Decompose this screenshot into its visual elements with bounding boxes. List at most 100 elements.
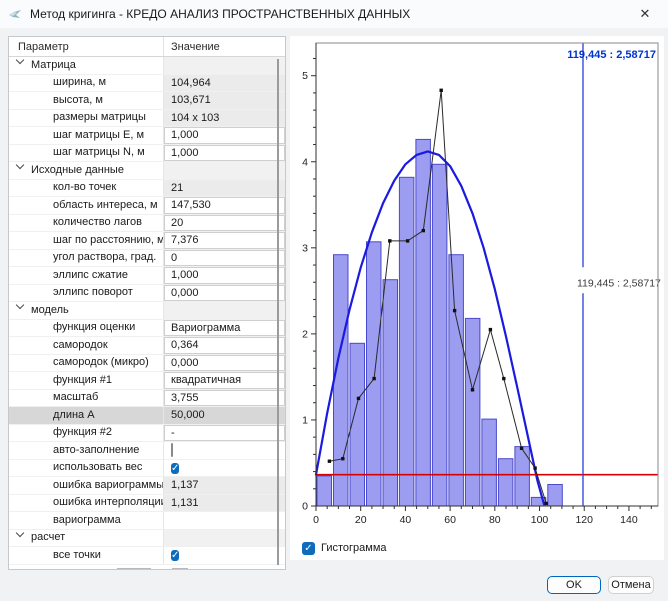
table-row[interactable]: количество лагов20 xyxy=(9,215,285,233)
row-label: высота, м xyxy=(9,92,164,109)
row-label: кол-во точек xyxy=(9,180,164,197)
checkbox-checked[interactable]: ✓ xyxy=(171,550,179,561)
table-row[interactable]: масштаб3,755 xyxy=(9,390,285,408)
table-row[interactable]: область интереса, м147,530 xyxy=(9,197,285,215)
checkbox-checked[interactable]: ✓ xyxy=(171,463,179,474)
svg-text:119,445 : 2,58717: 119,445 : 2,58717 xyxy=(567,49,656,61)
row-value[interactable]: 20 xyxy=(164,215,285,232)
table-row[interactable]: шаг матрицы E, м1,000 xyxy=(9,127,285,145)
row-label: функция #2 xyxy=(9,425,164,442)
row-label: использовать вес xyxy=(9,460,164,477)
table-row[interactable]: ошибка интерполяции1,131 xyxy=(9,495,285,513)
table-row[interactable]: эллипс сжатие1,000 xyxy=(9,267,285,285)
row-value[interactable]: 1,000 xyxy=(164,145,285,162)
row-value[interactable]: 0,000 xyxy=(164,355,285,372)
row-label: размеры матрицы xyxy=(9,110,164,127)
table-row[interactable]: все точки ✓ xyxy=(9,547,285,565)
table-row[interactable]: эллипс поворот0,000 xyxy=(9,285,285,303)
row-value[interactable]: 1,000 xyxy=(164,127,285,144)
window-title: Метод кригинга - КРЕДО АНАЛИЗ ПРОСТРАНСТ… xyxy=(30,7,410,21)
svg-text:40: 40 xyxy=(400,514,412,526)
row-value[interactable]: 0,364 xyxy=(164,337,285,354)
table-group-row[interactable]: Матрица xyxy=(9,57,285,75)
table-row[interactable]: использовать вес ✓ xyxy=(9,460,285,478)
table-row[interactable]: ширина, м104,964 xyxy=(9,75,285,93)
ok-button[interactable]: OK xyxy=(547,576,601,594)
chevron-down-icon[interactable] xyxy=(17,162,24,169)
row-label: эллипс поворот xyxy=(9,285,164,302)
table-header: Параметр Значение xyxy=(9,37,285,57)
chevron-down-icon[interactable] xyxy=(17,530,24,537)
close-icon[interactable]: ✕ xyxy=(622,0,668,28)
row-label: Исходные данные xyxy=(9,162,164,179)
cancel-button[interactable]: Отмена xyxy=(608,576,654,594)
row-label: вариограмма xyxy=(9,512,164,529)
row-label: ошибка интерполяции xyxy=(9,495,164,512)
row-value[interactable]: 0,000 xyxy=(164,285,285,302)
row-checkbox-cell[interactable] xyxy=(164,442,285,459)
chevron-down-icon[interactable] xyxy=(17,57,24,64)
row-label: все точки xyxy=(9,547,164,564)
table-row[interactable]: длина A50,000 xyxy=(9,407,285,425)
app-icon xyxy=(8,7,22,21)
histogram-toggle[interactable]: ✓ Гистограмма xyxy=(302,540,387,555)
table-group-row[interactable]: Исходные данные xyxy=(9,162,285,180)
row-value[interactable]: квадратичная xyxy=(164,372,285,389)
histogram-checkbox[interactable]: ✓ xyxy=(302,542,315,555)
row-value: 1,131 xyxy=(164,495,285,512)
checkbox-unchecked[interactable] xyxy=(171,443,173,457)
row-value[interactable]: 0 xyxy=(164,250,285,267)
row-value[interactable]: - xyxy=(164,425,285,442)
row-label: расчет xyxy=(9,530,164,547)
table-group-row[interactable]: расчет xyxy=(9,530,285,548)
row-value[interactable]: 147,530 xyxy=(164,197,285,214)
variogram-chart-panel: 119,445 : 2,58717119,445 : 2,58717020406… xyxy=(290,36,664,560)
table-row[interactable]: вариограмма xyxy=(9,512,285,530)
histogram-checkbox-label: Гистограмма xyxy=(321,542,387,554)
histogram-bars xyxy=(317,139,562,506)
row-checkbox-cell[interactable]: ✓ xyxy=(164,547,285,564)
row-value[interactable]: Вариограмма xyxy=(164,320,285,337)
table-row[interactable]: самородок0,364 xyxy=(9,337,285,355)
table-row[interactable]: самородок (микро)0,000 xyxy=(9,355,285,373)
svg-text:5: 5 xyxy=(302,70,308,82)
parameter-table-panel: Параметр Значение Матрицаширина, м104,96… xyxy=(8,36,286,570)
table-row[interactable]: высота, м103,671 xyxy=(9,92,285,110)
table-row[interactable]: функция оценкиВариограмма xyxy=(9,320,285,338)
row-label: самородок (микро) xyxy=(9,355,164,372)
row-value: 103,671 xyxy=(164,92,285,109)
row-value xyxy=(164,302,285,319)
table-row[interactable]: авто-заполнение xyxy=(9,442,285,460)
column-header-value: Значение xyxy=(164,37,285,56)
table-scrollbar[interactable] xyxy=(277,59,279,565)
table-group-row[interactable]: модель xyxy=(9,302,285,320)
row-value: 104,964 xyxy=(164,75,285,92)
svg-text:100: 100 xyxy=(531,514,549,526)
table-row[interactable]: угол раствора, град.0 xyxy=(9,250,285,268)
row-value[interactable]: 7,376 xyxy=(164,232,285,249)
svg-text:0: 0 xyxy=(313,514,319,526)
row-checkbox-cell[interactable]: ✓ xyxy=(164,460,285,477)
chevron-down-icon[interactable] xyxy=(17,302,24,309)
row-label: модель xyxy=(9,302,164,319)
row-value: 104 x 103 xyxy=(164,110,285,127)
table-row[interactable]: шаг матрицы N, м1,000 xyxy=(9,145,285,163)
table-row[interactable]: ошибка вариограммы1,137 xyxy=(9,477,285,495)
row-label: угол раствора, град. xyxy=(9,250,164,267)
row-label: функция оценки xyxy=(9,320,164,337)
row-label: авто-заполнение xyxy=(9,442,164,459)
svg-text:1: 1 xyxy=(302,414,308,426)
row-value xyxy=(164,530,285,547)
svg-text:4: 4 xyxy=(302,156,308,168)
row-value[interactable]: 1,000 xyxy=(164,267,285,284)
column-header-parameter: Параметр xyxy=(9,37,164,56)
table-row[interactable]: функция #1квадратичная xyxy=(9,372,285,390)
table-row[interactable]: функция #2- xyxy=(9,425,285,443)
table-row[interactable]: размеры матрицы104 x 103 xyxy=(9,110,285,128)
table-row[interactable]: шаг по расстоянию, м7,376 xyxy=(9,232,285,250)
table-row[interactable]: кол-во точек21 xyxy=(9,180,285,198)
table-row[interactable] xyxy=(9,565,285,571)
row-value[interactable]: 3,755 xyxy=(164,390,285,407)
variogram-chart[interactable]: 119,445 : 2,58717119,445 : 2,58717020406… xyxy=(290,36,664,534)
row-label: шаг по расстоянию, м xyxy=(9,232,164,249)
